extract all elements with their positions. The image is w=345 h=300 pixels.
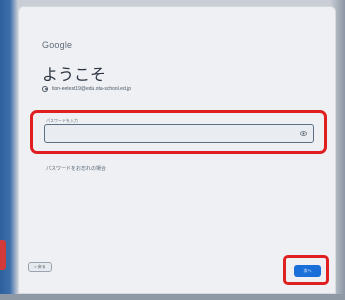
account-email: tion-eetest19@edu.ota-school.ed.jp	[52, 86, 132, 92]
google-logo: Google	[42, 40, 73, 50]
device-frame: Google ようこそ tion-eetest19@edu.ota-school…	[0, 0, 345, 300]
back-button[interactable]: < 戻る	[28, 262, 52, 272]
password-highlight-box	[30, 110, 327, 154]
page-title: ようこそ	[42, 65, 107, 84]
edge-highlight-marker	[0, 240, 6, 270]
forgot-password-link[interactable]: パスワードをお忘れの場合	[46, 165, 106, 172]
device-bottom-bezel	[0, 294, 345, 300]
next-highlight-box	[283, 255, 329, 285]
account-chip[interactable]: tion-eetest19@edu.ota-school.ed.jp	[42, 86, 131, 92]
account-circle-icon	[42, 86, 48, 92]
